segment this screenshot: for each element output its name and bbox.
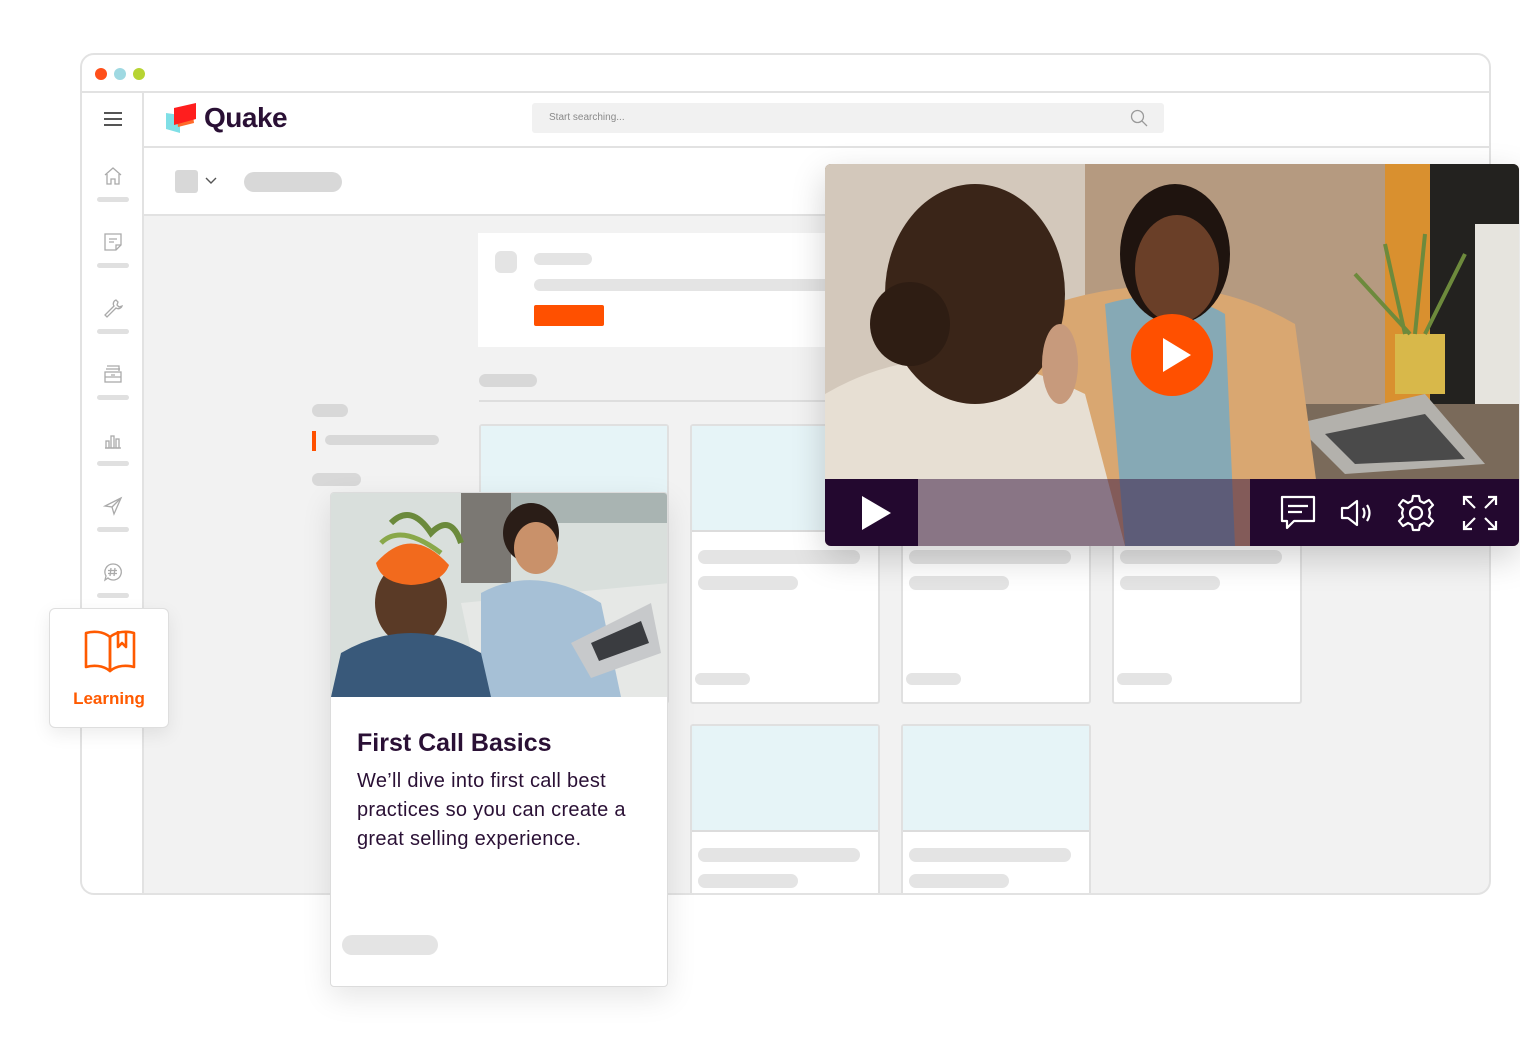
sidebar-label-placeholder: [97, 197, 129, 202]
text-placeholder: [534, 279, 834, 291]
home-icon: [104, 167, 122, 185]
big-play-button[interactable]: [1131, 314, 1213, 396]
volume-icon[interactable]: [1338, 493, 1378, 533]
learning-label: Learning: [73, 689, 145, 708]
course-card[interactable]: First Call Basics We’ll dive into first …: [330, 492, 668, 987]
captions-icon[interactable]: [1278, 493, 1318, 533]
wrench-icon: [104, 299, 124, 318]
sidebar-label-placeholder: [97, 329, 129, 334]
sidebar-label-placeholder: [97, 395, 129, 400]
sidebar-item-channels[interactable]: [82, 561, 144, 611]
sidebar-item-analytics[interactable]: [82, 429, 144, 479]
search-placeholder: Start searching...: [549, 112, 625, 123]
search-input[interactable]: Start searching...: [532, 103, 1164, 133]
window-titlebar: [82, 55, 1489, 93]
course-thumbnail-image: [331, 493, 667, 697]
sidebar-item-files[interactable]: [82, 363, 144, 413]
hamburger-icon[interactable]: [104, 112, 122, 130]
primary-action-button[interactable]: [534, 305, 604, 326]
sidebar-label-placeholder: [97, 461, 129, 466]
video-controls: [825, 479, 1519, 546]
window-close-button[interactable]: [95, 68, 107, 80]
video-player[interactable]: [825, 164, 1519, 546]
course-description: We’ll dive into first call best practice…: [357, 770, 626, 850]
nav-active-indicator: [312, 431, 316, 451]
paper-plane-icon: [102, 496, 123, 516]
course-tile[interactable]: [690, 724, 880, 893]
course-tile[interactable]: [901, 724, 1091, 893]
window-minimize-button[interactable]: [114, 68, 126, 80]
course-meta-placeholder: [342, 935, 438, 955]
avatar-placeholder: [495, 251, 517, 273]
course-title: First Call Basics: [357, 729, 552, 757]
announcement-panel: [478, 233, 838, 347]
section-divider: [479, 400, 839, 402]
sidebar-item-notes[interactable]: [82, 231, 144, 281]
workspace-selector[interactable]: [175, 170, 198, 193]
sidebar-item-home[interactable]: [82, 165, 144, 215]
bar-chart-icon: [105, 435, 121, 449]
brand-name: Quake: [204, 102, 288, 133]
nav-placeholder: [312, 404, 348, 417]
gear-icon[interactable]: [1396, 493, 1436, 533]
note-icon: [104, 233, 122, 251]
hashtag-chat-icon: [103, 563, 122, 582]
sidebar-item-send[interactable]: [82, 495, 144, 545]
sidebar: [82, 93, 144, 893]
control-group: [1250, 479, 1519, 546]
quake-logo-icon: [166, 103, 196, 133]
text-placeholder: [534, 253, 592, 265]
window-maximize-button[interactable]: [133, 68, 145, 80]
file-cabinet-icon: [104, 365, 122, 383]
nav-placeholder: [312, 473, 361, 486]
play-button[interactable]: [825, 479, 918, 546]
top-bar: Quake Start searching...: [144, 93, 1489, 148]
sidebar-label-placeholder: [97, 593, 129, 598]
nav-item-active[interactable]: [325, 435, 439, 445]
sidebar-label-placeholder: [97, 527, 129, 532]
book-icon: [84, 630, 136, 673]
section-heading-placeholder: [479, 374, 537, 387]
chevron-down-icon[interactable]: [204, 176, 218, 186]
sidebar-item-tools[interactable]: [82, 297, 144, 347]
expand-icon[interactable]: [1460, 493, 1500, 533]
sidebar-item-learning[interactable]: Learning: [49, 608, 169, 728]
progress-track[interactable]: [918, 479, 1250, 546]
breadcrumb-placeholder: [244, 172, 342, 192]
search-icon[interactable]: [1130, 109, 1148, 127]
sidebar-label-placeholder: [97, 263, 129, 268]
